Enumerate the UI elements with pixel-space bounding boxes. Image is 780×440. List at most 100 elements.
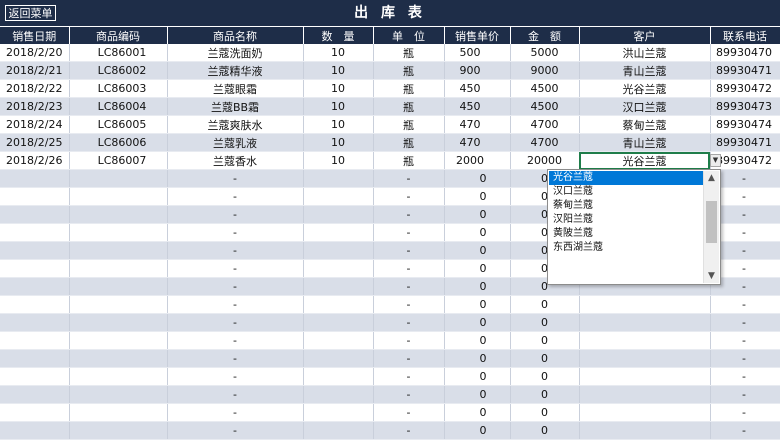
product-code-cell[interactable] — [69, 313, 168, 332]
unit-price-cell[interactable]: 0 — [444, 349, 511, 368]
product-code-cell[interactable] — [69, 367, 168, 386]
amount-cell[interactable]: 0 — [510, 403, 580, 422]
sale-date-cell[interactable]: 2018/2/22 — [0, 79, 70, 98]
amount-cell[interactable]: 0 — [510, 313, 580, 332]
product-name-cell[interactable]: - — [167, 169, 304, 188]
sale-date-cell[interactable] — [0, 295, 70, 314]
unit-price-cell[interactable]: 900 — [444, 61, 511, 80]
quantity-cell[interactable]: 10 — [303, 97, 374, 116]
product-name-cell[interactable]: - — [167, 403, 304, 422]
sale-date-cell[interactable] — [0, 367, 70, 386]
product-code-cell[interactable]: LC86002 — [69, 61, 168, 80]
product-name-cell[interactable]: 兰蔻洗面奶 — [167, 44, 304, 62]
dropdown-scrollbar[interactable]: ▲ ▼ — [703, 171, 719, 283]
quantity-cell[interactable] — [303, 241, 374, 260]
product-code-cell[interactable] — [69, 223, 168, 242]
amount-cell[interactable]: 0 — [510, 367, 580, 386]
sale-date-cell[interactable] — [0, 187, 70, 206]
phone-cell[interactable]: - — [710, 331, 780, 350]
unit-cell[interactable]: - — [373, 187, 445, 206]
amount-cell[interactable]: 20000 — [510, 151, 580, 170]
quantity-cell[interactable] — [303, 169, 374, 188]
column-header-amount[interactable]: 金 额 — [510, 26, 580, 44]
phone-cell[interactable]: 89930470 — [710, 44, 780, 62]
unit-cell[interactable]: 瓶 — [373, 61, 445, 80]
amount-cell[interactable]: 4700 — [510, 133, 580, 152]
unit-cell[interactable]: - — [373, 223, 445, 242]
product-code-cell[interactable] — [69, 385, 168, 404]
customer-cell[interactable] — [579, 313, 711, 332]
phone-cell[interactable]: 89930472 — [710, 79, 780, 98]
product-name-cell[interactable]: - — [167, 187, 304, 206]
quantity-cell[interactable] — [303, 367, 374, 386]
unit-cell[interactable]: - — [373, 349, 445, 368]
unit-cell[interactable]: - — [373, 259, 445, 278]
phone-cell[interactable]: - — [710, 421, 780, 440]
customer-cell[interactable] — [579, 349, 711, 368]
product-code-cell[interactable] — [69, 421, 168, 440]
dropdown-option[interactable]: 蔡甸兰蔻 — [549, 199, 703, 213]
product-code-cell[interactable]: LC86005 — [69, 115, 168, 134]
quantity-cell[interactable] — [303, 277, 374, 296]
customer-cell[interactable] — [579, 385, 711, 404]
amount-cell[interactable]: 0 — [510, 349, 580, 368]
unit-cell[interactable]: 瓶 — [373, 44, 445, 62]
dropdown-option[interactable]: 光谷兰蔻 — [549, 171, 703, 185]
dropdown-option[interactable]: 汉阳兰蔻 — [549, 213, 703, 227]
unit-cell[interactable]: - — [373, 367, 445, 386]
amount-cell[interactable]: 0 — [510, 421, 580, 440]
product-code-cell[interactable] — [69, 277, 168, 296]
sale-date-cell[interactable] — [0, 277, 70, 296]
customer-cell[interactable]: 青山兰蔻 — [579, 133, 711, 152]
customer-cell[interactable] — [579, 295, 711, 314]
phone-cell[interactable]: 89930471 — [710, 61, 780, 80]
product-name-cell[interactable]: - — [167, 205, 304, 224]
unit-price-cell[interactable]: 0 — [444, 259, 511, 278]
phone-cell[interactable]: 89930474 — [710, 115, 780, 134]
sale-date-cell[interactable]: 2018/2/24 — [0, 115, 70, 134]
unit-price-cell[interactable]: 0 — [444, 187, 511, 206]
phone-cell[interactable]: - — [710, 385, 780, 404]
column-header-customer[interactable]: 客户 — [579, 26, 711, 44]
unit-price-cell[interactable]: 0 — [444, 385, 511, 404]
product-name-cell[interactable]: - — [167, 385, 304, 404]
product-code-cell[interactable]: LC86001 — [69, 44, 168, 62]
customer-cell[interactable]: 洪山兰蔻 — [579, 44, 711, 62]
quantity-cell[interactable] — [303, 187, 374, 206]
product-code-cell[interactable] — [69, 349, 168, 368]
product-name-cell[interactable]: 兰蔻香水 — [167, 151, 304, 170]
amount-cell[interactable]: 9000 — [510, 61, 580, 80]
unit-price-cell[interactable]: 0 — [444, 205, 511, 224]
product-name-cell[interactable]: 兰蔻乳液 — [167, 133, 304, 152]
unit-cell[interactable]: 瓶 — [373, 151, 445, 170]
unit-cell[interactable]: - — [373, 331, 445, 350]
quantity-cell[interactable]: 10 — [303, 44, 374, 62]
customer-cell[interactable] — [579, 403, 711, 422]
unit-cell[interactable]: 瓶 — [373, 115, 445, 134]
quantity-cell[interactable]: 10 — [303, 61, 374, 80]
sale-date-cell[interactable] — [0, 259, 70, 278]
unit-price-cell[interactable]: 450 — [444, 97, 511, 116]
product-code-cell[interactable] — [69, 259, 168, 278]
unit-cell[interactable]: - — [373, 241, 445, 260]
product-code-cell[interactable] — [69, 241, 168, 260]
product-code-cell[interactable]: LC86006 — [69, 133, 168, 152]
dropdown-option[interactable]: 东西湖兰蔻 — [549, 241, 703, 255]
product-name-cell[interactable]: 兰蔻精华液 — [167, 61, 304, 80]
chevron-down-icon[interactable]: ▼ — [704, 269, 719, 283]
quantity-cell[interactable] — [303, 421, 374, 440]
phone-cell[interactable]: - — [710, 367, 780, 386]
phone-cell[interactable]: 89930471 — [710, 133, 780, 152]
amount-cell[interactable]: 0 — [510, 295, 580, 314]
product-name-cell[interactable]: - — [167, 331, 304, 350]
unit-cell[interactable]: - — [373, 169, 445, 188]
quantity-cell[interactable]: 10 — [303, 79, 374, 98]
unit-cell[interactable]: - — [373, 385, 445, 404]
unit-cell[interactable]: - — [373, 295, 445, 314]
quantity-cell[interactable]: 10 — [303, 115, 374, 134]
quantity-cell[interactable] — [303, 295, 374, 314]
column-header-sale-date[interactable]: 销售日期 — [0, 26, 70, 44]
quantity-cell[interactable] — [303, 331, 374, 350]
product-name-cell[interactable]: - — [167, 295, 304, 314]
sale-date-cell[interactable] — [0, 223, 70, 242]
